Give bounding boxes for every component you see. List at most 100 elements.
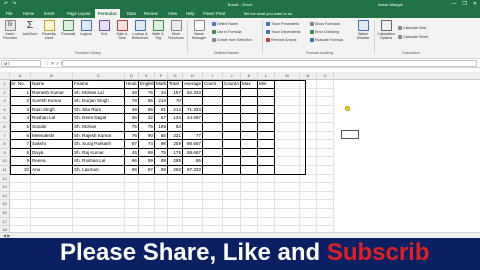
empty-cell[interactable] — [125, 183, 139, 192]
table-cell[interactable] — [317, 166, 334, 175]
table-cell[interactable]: 4 — [10, 114, 31, 123]
table-cell[interactable]: 75 — [125, 123, 139, 132]
table-cell[interactable] — [258, 140, 275, 149]
empty-cell[interactable] — [73, 174, 125, 184]
table-cell[interactable]: 78 — [125, 97, 139, 106]
calculation-options-button[interactable]: Calculation Options — [377, 20, 395, 40]
column-header-j[interactable]: J — [223, 72, 241, 80]
header-cell[interactable]: Min — [258, 80, 275, 89]
tab-help[interactable]: Help — [183, 9, 198, 18]
use-in-formula-button[interactable]: Use in Formula — [212, 30, 241, 34]
column-header-a[interactable]: A — [10, 72, 31, 80]
table-cell[interactable] — [203, 123, 223, 132]
table-cell[interactable] — [317, 148, 334, 158]
table-cell[interactable]: 58.667 — [183, 148, 203, 158]
empty-cell[interactable] — [183, 183, 203, 192]
restore-button[interactable]: ❐ — [462, 0, 466, 9]
column-header-o[interactable]: O — [317, 72, 334, 80]
table-cell[interactable]: Sh. Rajesh Kumar — [73, 131, 125, 141]
table-cell[interactable]: Sh. Raj Kumar — [73, 148, 125, 158]
empty-cell[interactable] — [10, 209, 31, 218]
empty-cell[interactable] — [241, 183, 258, 192]
table-cell[interactable] — [258, 97, 275, 106]
table-cell[interactable] — [258, 148, 275, 158]
row-header-8[interactable]: 8 — [0, 140, 10, 149]
table-cell[interactable] — [317, 114, 334, 123]
table-cell[interactable]: 134 — [168, 114, 183, 123]
empty-cell[interactable] — [183, 174, 203, 184]
table-cell[interactable]: 10 — [10, 166, 31, 175]
empty-cell[interactable] — [168, 174, 183, 184]
empty-cell[interactable] — [258, 217, 275, 227]
empty-cell[interactable] — [258, 174, 275, 184]
table-cell[interactable]: 45 — [125, 148, 139, 158]
empty-cell[interactable] — [73, 209, 125, 218]
row-header-4[interactable]: 4 — [0, 105, 10, 115]
empty-cell[interactable] — [139, 191, 155, 201]
table-cell[interactable] — [241, 105, 258, 115]
table-cell[interactable] — [203, 157, 223, 166]
watch-window-button[interactable]: Watch Window — [354, 20, 372, 40]
table-cell[interactable] — [183, 123, 203, 132]
tell-me-search[interactable]: Tell me what you want to do — [243, 9, 292, 18]
show-formulas-button[interactable]: Show Formulas — [310, 22, 340, 26]
table-cell[interactable]: 48 — [125, 105, 139, 115]
table-cell[interactable]: Sh. Laxman — [73, 166, 125, 175]
table-cell[interactable] — [275, 105, 300, 115]
table-cell[interactable] — [203, 105, 223, 115]
table-cell[interactable]: 87 — [125, 140, 139, 149]
table-cell[interactable] — [317, 140, 334, 149]
column-header-f[interactable]: F — [155, 72, 168, 80]
table-cell[interactable]: Ramesh Kumar — [31, 88, 73, 98]
empty-cell[interactable] — [223, 183, 241, 192]
empty-cell[interactable] — [317, 200, 334, 209]
row-header-10[interactable]: 10 — [0, 157, 10, 166]
table-cell[interactable]: 88 — [155, 157, 168, 166]
recently-used-button[interactable]: Recently Used — [40, 20, 58, 40]
tab-home[interactable]: Home — [20, 9, 37, 18]
table-cell[interactable]: Sunder — [31, 123, 73, 132]
table-cell[interactable]: 6 — [10, 131, 31, 141]
table-cell[interactable]: 65 — [155, 131, 168, 141]
table-cell[interactable]: 5 — [10, 123, 31, 132]
table-cell[interactable] — [241, 97, 258, 106]
minimize-button[interactable]: — — [451, 0, 456, 9]
row-header-7[interactable]: 7 — [0, 131, 10, 141]
table-cell[interactable] — [258, 88, 275, 98]
header-cell[interactable]: Total — [168, 80, 183, 89]
table-cell[interactable] — [275, 114, 300, 123]
table-cell[interactable]: Reena — [31, 157, 73, 166]
empty-cell[interactable] — [275, 209, 300, 218]
table-cell[interactable]: Ram Singh — [31, 105, 73, 115]
insert-function-button[interactable]: fx Insert Function — [1, 20, 19, 40]
table-cell[interactable]: 75 — [155, 148, 168, 158]
table-cell[interactable]: 99 — [155, 166, 168, 175]
empty-cell[interactable] — [139, 200, 155, 209]
table-cell[interactable]: 7 — [10, 140, 31, 149]
autosum-button[interactable]: Σ AutoSum — [21, 20, 39, 36]
table-cell[interactable]: Suresh Kumar — [31, 97, 73, 106]
empty-cell[interactable] — [203, 183, 223, 192]
table-cell[interactable] — [275, 123, 300, 132]
tab-insert[interactable]: Insert — [41, 9, 57, 18]
table-cell[interactable] — [223, 123, 241, 132]
table-cell[interactable]: Sh. Roshan Lal — [73, 157, 125, 166]
table-cell[interactable] — [223, 166, 241, 175]
table-cell[interactable]: Roshan Lal — [31, 114, 73, 123]
header-cell[interactable]: English — [139, 80, 155, 89]
logical-button[interactable]: Logical — [77, 20, 95, 36]
table-cell[interactable] — [300, 123, 317, 132]
row-header-1[interactable]: 1 — [0, 80, 10, 89]
table-cell[interactable] — [203, 148, 223, 158]
row-header-5[interactable]: 5 — [0, 114, 10, 123]
column-header-k[interactable]: K — [241, 72, 258, 80]
empty-cell[interactable] — [203, 209, 223, 218]
evaluate-formula-button[interactable]: Evaluate Formula — [310, 38, 343, 42]
table-cell[interactable]: 48 — [125, 88, 139, 98]
table-cell[interactable]: 67 — [155, 114, 168, 123]
selected-cell[interactable] — [341, 130, 359, 139]
table-cell[interactable]: 35 — [125, 114, 139, 123]
empty-cell[interactable] — [31, 174, 73, 184]
empty-cell[interactable] — [300, 174, 317, 184]
error-checking-button[interactable]: Error Checking — [310, 30, 339, 34]
